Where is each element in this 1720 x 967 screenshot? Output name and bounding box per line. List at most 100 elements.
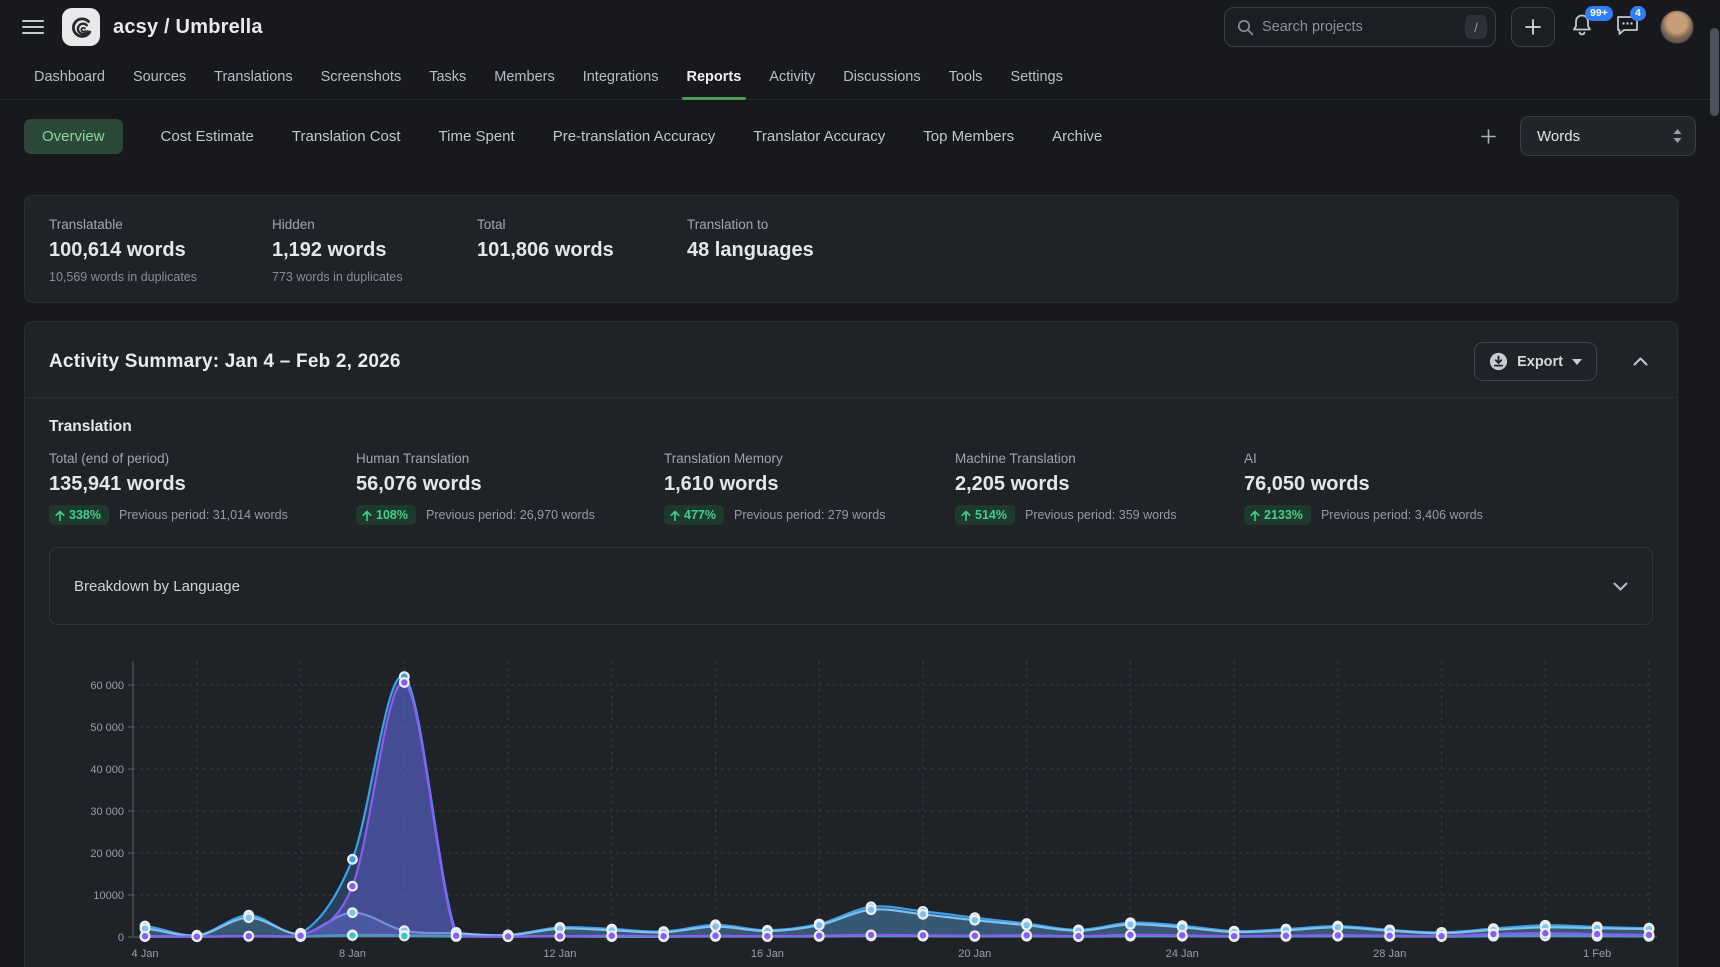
activity-chart: 01000020 00030 00040 00050 00060 0004 Ja…	[39, 649, 1669, 967]
breakdown-by-language-accordion[interactable]: Breakdown by Language	[49, 547, 1653, 625]
subtab-top-members[interactable]: Top Members	[923, 128, 1014, 145]
translation-section-title: Translation	[49, 418, 1653, 436]
unit-select[interactable]: Words	[1520, 116, 1696, 156]
svg-text:24 Jan: 24 Jan	[1166, 948, 1199, 960]
subtab-time-spent[interactable]: Time Spent	[439, 128, 515, 145]
stat-value: 76,050 words	[1244, 473, 1483, 496]
svg-text:12 Jan: 12 Jan	[543, 948, 576, 960]
svg-text:4 Jan: 4 Jan	[132, 948, 159, 960]
add-report-button[interactable]	[1474, 122, 1502, 150]
export-label: Export	[1517, 354, 1563, 370]
arrow-up-icon	[362, 510, 372, 521]
active-tab-indicator	[682, 97, 747, 100]
change-value: 338%	[69, 508, 101, 522]
reports-subnav-tabs: Overview Cost Estimate Translation Cost Tim…	[24, 119, 1102, 154]
nav-tab-reports[interactable]: Reports	[687, 54, 742, 99]
previous-period-text: Previous period: 279 words	[734, 508, 885, 522]
stat-value: 1,610 words	[664, 473, 955, 496]
arrow-up-icon	[670, 510, 680, 521]
messages-button[interactable]: 4	[1615, 12, 1645, 42]
subtab-pre-translation-accuracy[interactable]: Pre-translation Accuracy	[553, 128, 716, 145]
download-icon	[1489, 352, 1508, 371]
collapse-section-button[interactable]	[1627, 349, 1653, 375]
nav-tab-members[interactable]: Members	[494, 54, 554, 99]
page-scrollbar-thumb[interactable]	[1710, 28, 1719, 116]
nav-tab-label: Settings	[1010, 69, 1062, 85]
overview-stat-translation-to: Translation to48 languages	[687, 217, 814, 284]
change-badge: 514%	[955, 505, 1015, 525]
nav-tab-dashboard[interactable]: Dashboard	[34, 54, 105, 99]
hamburger-menu-icon[interactable]	[18, 12, 48, 42]
svg-text:1 Feb: 1 Feb	[1583, 948, 1611, 960]
arrow-up-icon	[1250, 510, 1260, 521]
nav-tab-screenshots[interactable]: Screenshots	[321, 54, 402, 99]
svg-text:40 000: 40 000	[90, 764, 124, 776]
nav-tab-label: Integrations	[583, 69, 659, 85]
nav-tab-label: Activity	[769, 69, 815, 85]
reports-subnav: Overview Cost Estimate Translation Cost Tim…	[0, 112, 1720, 160]
overview-stat-hidden: Hidden1,192 words773 words in duplicates	[272, 217, 477, 284]
app-logo[interactable]	[62, 8, 100, 46]
search-icon	[1237, 19, 1254, 36]
change-badge: 477%	[664, 505, 724, 525]
nav-tab-activity[interactable]: Activity	[769, 54, 815, 99]
user-avatar[interactable]	[1660, 10, 1694, 44]
breakdown-label: Breakdown by Language	[74, 578, 240, 595]
svg-text:50 000: 50 000	[90, 722, 124, 734]
summary-stat-translation-memory: Translation Memory 1,610 words 477% Previou…	[664, 451, 955, 525]
create-project-button[interactable]	[1511, 7, 1555, 47]
nav-tab-label: Tools	[949, 69, 983, 85]
overview-stat-translatable: Translatable100,614 words10,569 words in…	[49, 217, 272, 284]
svg-text:8 Jan: 8 Jan	[339, 948, 366, 960]
nav-tab-label: Sources	[133, 69, 186, 85]
caret-down-icon	[1572, 359, 1582, 365]
subtab-translator-accuracy[interactable]: Translator Accuracy	[753, 128, 885, 145]
subtab-cost-estimate[interactable]: Cost Estimate	[161, 128, 254, 145]
summary-stat-machine-translation: Machine Translation2,205 words514%Previo…	[955, 451, 1244, 525]
page-scrollbar-track[interactable]	[1709, 0, 1719, 967]
plus-icon	[1481, 129, 1496, 144]
notifications-count-badge: 99+	[1585, 6, 1613, 21]
stat-label: Translation to	[687, 217, 814, 232]
nav-tab-settings[interactable]: Settings	[1010, 54, 1062, 99]
nav-tab-translations[interactable]: Translations	[214, 54, 292, 99]
summary-stat-human-translation: Human Translation56,076 words108%Previou…	[356, 451, 664, 525]
change-value: 514%	[975, 508, 1007, 522]
change-badge: 338%	[49, 505, 109, 525]
nav-tab-tasks[interactable]: Tasks	[429, 54, 466, 99]
previous-period-text: Previous period: 359 words	[1025, 508, 1176, 522]
nav-tab-tools[interactable]: Tools	[949, 54, 983, 99]
stat-value: 2,205 words	[955, 473, 1244, 496]
summary-stat-total-end-of-period: Total (end of period)135,941 words338%Pr…	[49, 451, 356, 525]
stat-change-row: 477% Previous period: 279 words	[664, 505, 955, 525]
stat-change-row: 338%Previous period: 31,014 words	[49, 505, 356, 525]
svg-text:30 000: 30 000	[90, 806, 124, 818]
nav-tab-sources[interactable]: Sources	[133, 54, 186, 99]
search-box[interactable]: /	[1224, 7, 1496, 47]
translation-section: Translation Total (end of period)135,941…	[25, 398, 1677, 525]
nav-tab-label: Translations	[214, 69, 292, 85]
nav-tab-label: Members	[494, 69, 554, 85]
change-badge: 2133%	[1244, 505, 1311, 525]
stat-change-row: 108%Previous period: 26,970 words	[356, 505, 664, 525]
stat-label: Translation Memory	[664, 451, 955, 466]
svg-text:0: 0	[118, 932, 124, 944]
project-title: acsy / Umbrella	[113, 16, 263, 39]
subtab-translation-cost[interactable]: Translation Cost	[292, 128, 401, 145]
stat-label: AI	[1244, 451, 1483, 466]
stat-value: 100,614 words	[49, 239, 272, 262]
stat-label: Hidden	[272, 217, 477, 232]
nav-tab-label: Tasks	[429, 69, 466, 85]
change-value: 108%	[376, 508, 408, 522]
notifications-button[interactable]: 99+	[1570, 12, 1600, 42]
search-input[interactable]	[1254, 19, 1465, 35]
subtab-overview[interactable]: Overview	[24, 119, 123, 154]
subnav-actions: Words	[1474, 116, 1696, 156]
subtab-archive[interactable]: Archive	[1052, 128, 1102, 145]
nav-tab-integrations[interactable]: Integrations	[583, 54, 659, 99]
stat-note: 773 words in duplicates	[272, 270, 477, 284]
topbar-actions: / 99+ 4	[1224, 7, 1694, 47]
nav-tab-discussions[interactable]: Discussions	[843, 54, 920, 99]
messages-count-badge: 4	[1630, 6, 1646, 21]
export-button[interactable]: Export	[1474, 342, 1597, 381]
